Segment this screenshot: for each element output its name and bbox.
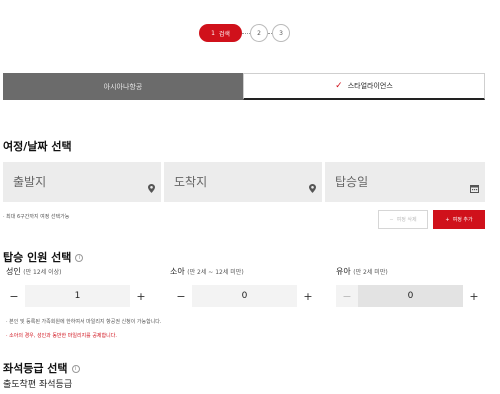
delete-segment-button[interactable]: − 여정 삭제 [378,210,428,229]
adult-label-text: 성인 [6,267,21,276]
delete-segment-label: 여정 삭제 [396,217,417,223]
adult-stepper: − 1 + [3,285,152,307]
adult-label: 성인 (만 12세 이상) [6,266,62,277]
itinerary-note: · 최대 6구간까지 여정 선택가능 [3,214,70,220]
child-age-range: (만 2세 ~ 12세 미만) [187,269,244,276]
child-plus-button[interactable]: + [297,285,319,307]
step-1-active: 1 검색 [199,24,242,42]
info-icon[interactable]: i [71,365,80,373]
adult-age-range: (만 12세 이상) [23,269,62,276]
seat-class-title-text: 좌석등급 선택 [3,362,68,375]
info-icon[interactable]: i [75,254,84,262]
step-2: 2 [250,24,268,42]
infant-count: 0 [358,285,463,307]
arrival-field[interactable]: 도착지 [164,162,322,202]
adult-plus-button[interactable]: + [130,285,152,307]
passengers-title-text: 탑승 인원 선택 [3,251,72,264]
boarding-date-placeholder: 탑승일 [335,175,369,189]
infant-label-text: 유아 [336,267,351,276]
passenger-note: · 본인 및 등록된 가족회원에 한하여서 마일리지 항공권 신청이 가능합니다… [6,319,162,325]
progress-stepper: 1 검색 2 3 [0,23,500,43]
boarding-date-field[interactable]: 탑승일 [325,162,485,202]
tab-asiana-label: 아시아나항공 [103,82,143,91]
adult-count: 1 [25,285,130,307]
infant-plus-button[interactable]: + [463,285,485,307]
child-mileage-note: · 소아의 경우, 성인과 동반한 마일리지를 공제합니다. [6,333,117,339]
add-segment-label: 여정 추가 [452,217,473,223]
step-1-number: 1 [211,29,215,37]
step-connector [242,33,250,34]
infant-stepper: − 0 + [336,285,485,307]
airline-tabs: 아시아나항공 ✓ 스타얼라이언스 [3,73,485,100]
infant-label: 유아 (만 2세 미만) [336,266,388,277]
child-label-text: 소아 [170,267,185,276]
departure-field[interactable]: 출발지 [3,162,161,202]
step-3: 3 [272,24,290,42]
child-count: 0 [192,285,297,307]
child-stepper: − 0 + [170,285,319,307]
seat-class-title: 좌석등급 선택 i [3,360,80,376]
tab-star-alliance-label: 스타얼라이언스 [347,82,393,90]
tab-asiana[interactable]: 아시아나항공 [3,73,243,100]
tab-star-alliance[interactable]: ✓ 스타얼라이언스 [243,73,485,100]
add-segment-button[interactable]: + 여정 추가 [433,210,485,229]
seat-class-subtitle: 출도착편 좌석등급 [3,380,73,390]
passengers-title: 탑승 인원 선택 i [3,249,84,265]
check-icon: ✓ [335,81,343,91]
step-1-label: 검색 [218,30,230,38]
plus-icon: + [445,216,450,223]
infant-age-range: (만 2세 미만) [353,269,388,276]
child-label: 소아 (만 2세 ~ 12세 미만) [170,266,244,277]
location-pin-icon [148,184,155,196]
location-pin-icon [309,184,316,196]
calendar-icon [470,184,479,196]
minus-icon: − [389,216,394,223]
arrival-placeholder: 도착지 [174,175,208,189]
itinerary-title: 여정/날짜 선택 [3,140,72,153]
infant-minus-button[interactable]: − [336,285,358,307]
child-minus-button[interactable]: − [170,285,192,307]
adult-minus-button[interactable]: − [3,285,25,307]
departure-placeholder: 출발지 [13,175,47,189]
